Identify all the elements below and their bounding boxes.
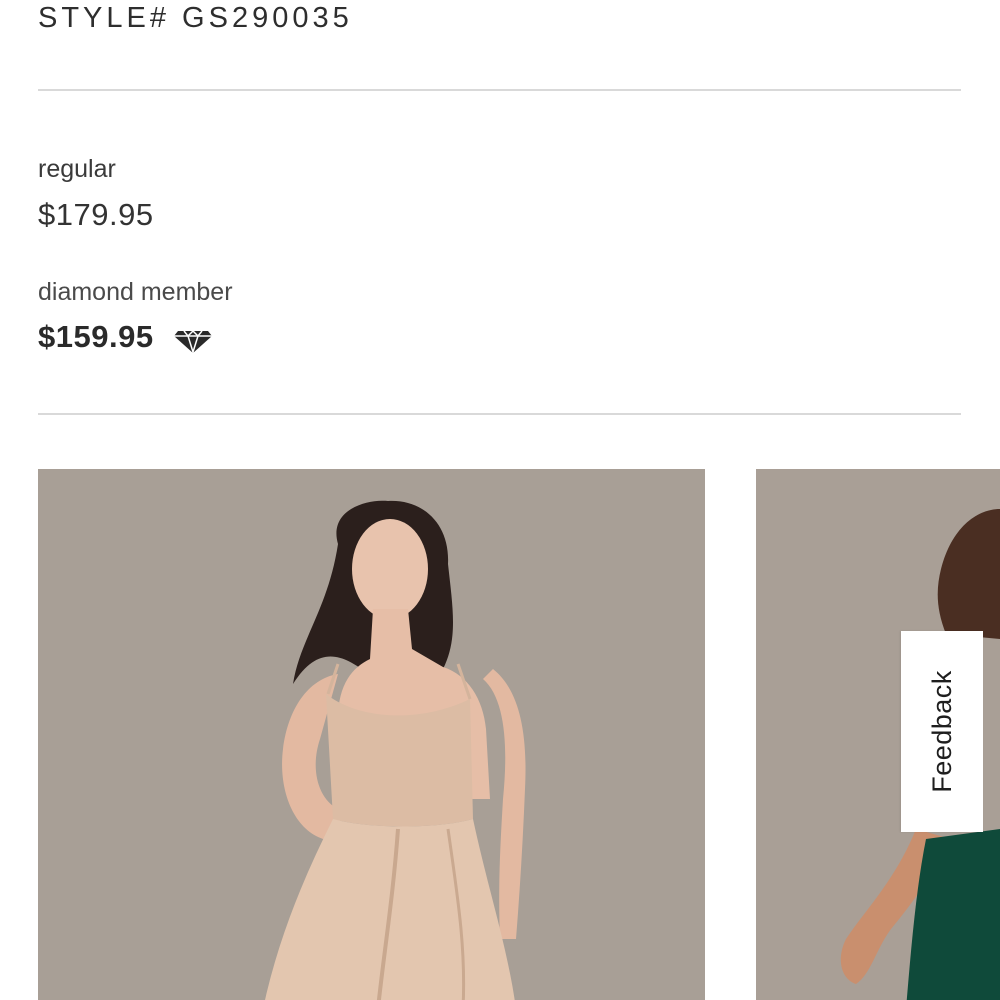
diamond-icon <box>174 329 212 355</box>
model-champagne-dress-image <box>38 469 705 1000</box>
feedback-tab[interactable]: Feedback <box>901 631 983 832</box>
member-price: $159.95 <box>38 319 154 354</box>
feedback-label: Feedback <box>926 670 957 793</box>
divider <box>38 89 961 91</box>
regular-price: $179.95 <box>38 197 154 232</box>
regular-price-label: regular <box>38 155 116 183</box>
style-number: STYLE# GS290035 <box>38 2 353 34</box>
divider <box>38 413 961 415</box>
product-image-main[interactable] <box>38 469 705 1000</box>
member-price-label: diamond member <box>38 278 233 306</box>
